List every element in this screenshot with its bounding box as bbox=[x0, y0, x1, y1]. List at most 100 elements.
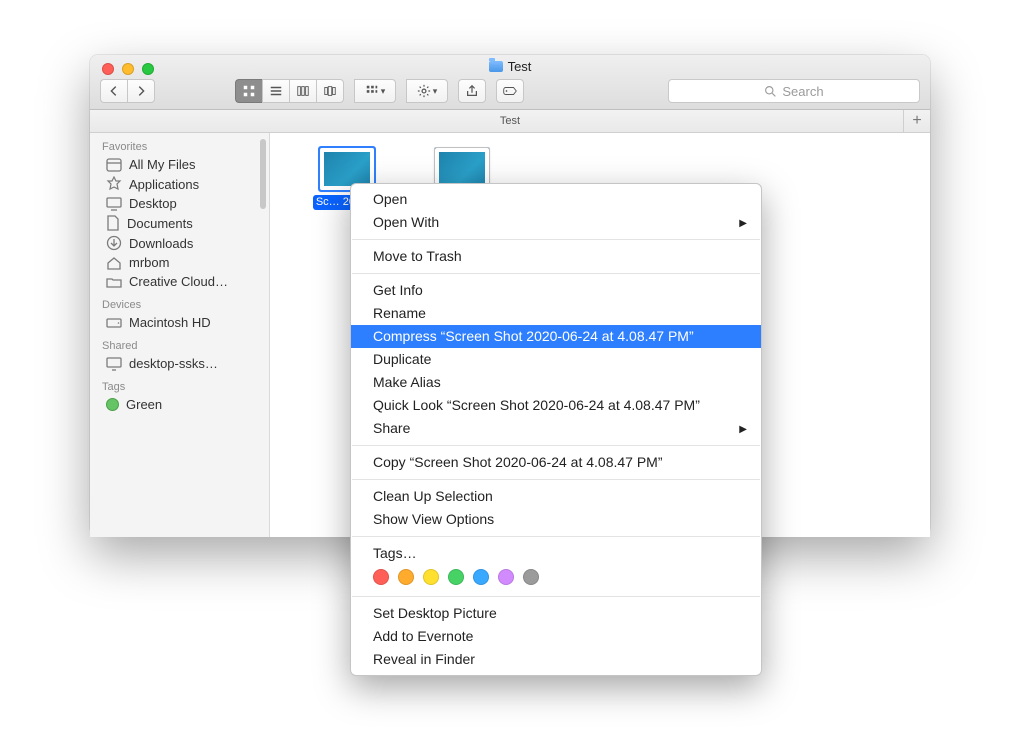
sidebar-item-label: Downloads bbox=[129, 236, 193, 251]
column-view-button[interactable] bbox=[289, 79, 316, 103]
view-mode-group bbox=[235, 79, 344, 103]
back-button[interactable] bbox=[100, 79, 127, 103]
menu-share[interactable]: Share bbox=[351, 417, 761, 440]
menu-separator bbox=[352, 536, 760, 537]
window-title-text: Test bbox=[508, 59, 532, 74]
menu-duplicate[interactable]: Duplicate bbox=[351, 348, 761, 371]
toolbar: ▾ ▾ Search bbox=[100, 79, 920, 103]
monitor-icon bbox=[106, 357, 122, 371]
coverflow-view-button[interactable] bbox=[316, 79, 344, 103]
menu-clean-up[interactable]: Clean Up Selection bbox=[351, 485, 761, 508]
sidebar-item-shared-pc[interactable]: desktop-ssks… bbox=[90, 354, 269, 373]
sidebar-item-desktop[interactable]: Desktop bbox=[90, 194, 269, 213]
share-icon bbox=[465, 84, 479, 98]
all-my-files-icon bbox=[106, 158, 122, 172]
tag-purple[interactable] bbox=[498, 569, 514, 585]
tag-icon bbox=[503, 84, 517, 98]
sidebar-item-documents[interactable]: Documents bbox=[90, 213, 269, 233]
search-icon bbox=[764, 85, 777, 98]
sidebar-heading-tags: Tags bbox=[90, 373, 269, 395]
menu-get-info[interactable]: Get Info bbox=[351, 279, 761, 302]
disk-icon bbox=[106, 317, 122, 329]
menu-separator bbox=[352, 596, 760, 597]
sidebar-item-label: Macintosh HD bbox=[129, 315, 211, 330]
tag-blue[interactable] bbox=[473, 569, 489, 585]
search-field[interactable]: Search bbox=[668, 79, 920, 103]
path-bar: Test + bbox=[90, 110, 930, 133]
arrange-group: ▾ bbox=[354, 79, 396, 103]
menu-tags-label[interactable]: Tags… bbox=[351, 542, 761, 565]
tag-orange[interactable] bbox=[398, 569, 414, 585]
sidebar-item-applications[interactable]: Applications bbox=[90, 174, 269, 194]
sidebar-item-label: Applications bbox=[129, 177, 199, 192]
menu-open[interactable]: Open bbox=[351, 188, 761, 211]
menu-separator bbox=[352, 479, 760, 480]
path-label: Test bbox=[500, 115, 520, 127]
chevron-left-icon bbox=[107, 84, 121, 98]
menu-copy[interactable]: Copy “Screen Shot 2020-06-24 at 4.08.47 … bbox=[351, 451, 761, 474]
sidebar-item-all-my-files[interactable]: All My Files bbox=[90, 155, 269, 174]
columns-icon bbox=[296, 84, 310, 98]
menu-view-options[interactable]: Show View Options bbox=[351, 508, 761, 531]
menu-reveal-in-finder[interactable]: Reveal in Finder bbox=[351, 648, 761, 671]
icon-view-button[interactable] bbox=[235, 79, 262, 103]
plus-icon: + bbox=[912, 112, 921, 130]
list-icon bbox=[269, 84, 283, 98]
green-tag-icon bbox=[106, 398, 119, 411]
sidebar-item-label: desktop-ssks… bbox=[129, 356, 218, 371]
sidebar-heading-favorites: Favorites bbox=[90, 133, 269, 155]
downloads-icon bbox=[106, 235, 122, 251]
grid-small-icon bbox=[365, 84, 379, 98]
menu-compress[interactable]: Compress “Screen Shot 2020-06-24 at 4.08… bbox=[351, 325, 761, 348]
sidebar-item-label: Creative Cloud… bbox=[129, 274, 228, 289]
home-icon bbox=[106, 256, 122, 270]
grid-icon bbox=[242, 84, 256, 98]
menu-separator bbox=[352, 239, 760, 240]
tag-yellow[interactable] bbox=[423, 569, 439, 585]
forward-button[interactable] bbox=[127, 79, 155, 103]
window-title: Test bbox=[90, 59, 930, 74]
list-view-button[interactable] bbox=[262, 79, 289, 103]
coverflow-icon bbox=[323, 84, 337, 98]
menu-quick-look[interactable]: Quick Look “Screen Shot 2020-06-24 at 4.… bbox=[351, 394, 761, 417]
sidebar-heading-shared: Shared bbox=[90, 332, 269, 354]
tag-gray[interactable] bbox=[523, 569, 539, 585]
sidebar-item-label: mrbom bbox=[129, 255, 169, 270]
sidebar-item-label: Documents bbox=[127, 216, 193, 231]
sidebar-scrollbar[interactable] bbox=[260, 139, 266, 209]
folder-icon bbox=[489, 61, 503, 72]
desktop-icon bbox=[106, 197, 122, 211]
menu-set-desktop[interactable]: Set Desktop Picture bbox=[351, 602, 761, 625]
tag-green[interactable] bbox=[448, 569, 464, 585]
menu-open-with[interactable]: Open With bbox=[351, 211, 761, 234]
menu-separator bbox=[352, 445, 760, 446]
sidebar-item-home[interactable]: mrbom bbox=[90, 253, 269, 272]
menu-make-alias[interactable]: Make Alias bbox=[351, 371, 761, 394]
action-button[interactable]: ▾ bbox=[406, 79, 448, 103]
sidebar-item-macintosh-hd[interactable]: Macintosh HD bbox=[90, 313, 269, 332]
nav-group bbox=[100, 79, 155, 103]
sidebar-item-tag-green[interactable]: Green bbox=[90, 395, 269, 414]
sidebar-item-label: All My Files bbox=[129, 157, 195, 172]
chevron-down-icon: ▾ bbox=[381, 86, 386, 97]
menu-add-evernote[interactable]: Add to Evernote bbox=[351, 625, 761, 648]
search-placeholder: Search bbox=[782, 84, 823, 99]
sidebar-item-label: Green bbox=[126, 397, 162, 412]
new-tab-button[interactable]: + bbox=[903, 110, 930, 132]
folder-icon bbox=[106, 276, 122, 288]
tag-red[interactable] bbox=[373, 569, 389, 585]
menu-tags-row bbox=[351, 565, 761, 591]
edit-tags-button[interactable] bbox=[496, 79, 524, 103]
context-menu: Open Open With Move to Trash Get Info Re… bbox=[350, 183, 762, 676]
sidebar-item-downloads[interactable]: Downloads bbox=[90, 233, 269, 253]
menu-move-to-trash[interactable]: Move to Trash bbox=[351, 245, 761, 268]
sidebar: Favorites All My Files Applications Desk… bbox=[90, 133, 270, 537]
sidebar-item-creative-cloud[interactable]: Creative Cloud… bbox=[90, 272, 269, 291]
sidebar-item-label: Desktop bbox=[129, 196, 177, 211]
menu-rename[interactable]: Rename bbox=[351, 302, 761, 325]
applications-icon bbox=[106, 176, 122, 192]
arrange-button[interactable]: ▾ bbox=[354, 79, 396, 103]
documents-icon bbox=[106, 215, 120, 231]
chevron-right-icon bbox=[134, 84, 148, 98]
share-button[interactable] bbox=[458, 79, 486, 103]
